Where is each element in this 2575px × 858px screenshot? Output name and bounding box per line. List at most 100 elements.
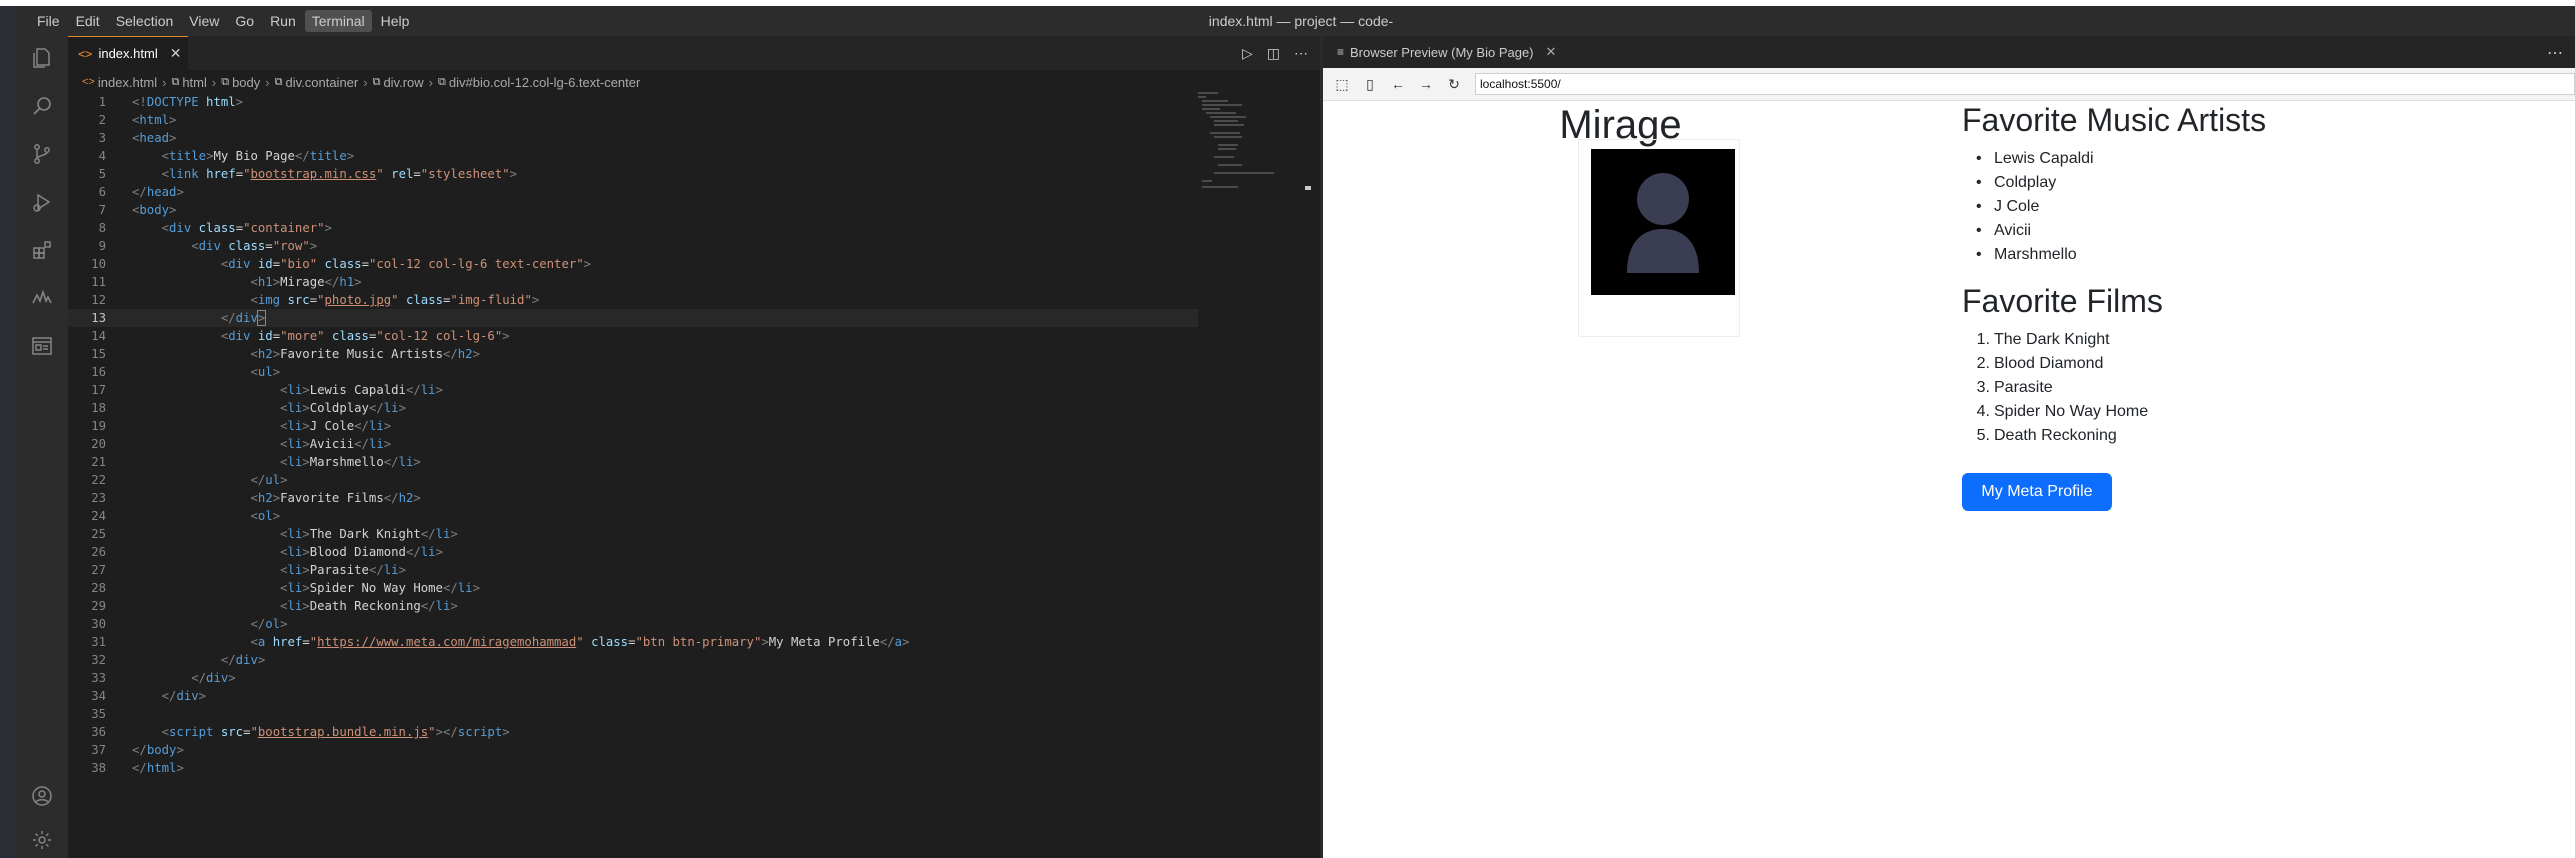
minimap[interactable] [1196,92,1286,212]
code-line: 8 <div class="container"> [98,221,332,235]
editor-pane: <> index.html ✕ ▷ ◫ ⋯ <> index.html › ⧉ … [68,36,1320,858]
forward-arrow-icon[interactable]: → [1415,74,1437,94]
address-bar-row: ⬚ ▯ ← → ↻ localhost:5500/ [1323,68,2575,101]
menu-go[interactable]: Go [228,10,261,32]
breadcrumb: <> index.html › ⧉ html › ⧉ body › ⧉ div.… [82,72,640,92]
run-debug-icon[interactable] [28,188,56,216]
device-toggle-icon[interactable]: ▯ [1359,74,1381,94]
menu-bar: File Edit Selection View Go Run Terminal… [30,6,418,36]
element-icon: ⧉ [221,75,230,88]
menu-terminal[interactable]: Terminal [304,10,372,32]
chevron-right-icon: › [211,74,217,90]
scrollbar-thumb[interactable] [1305,186,1311,190]
code-line: 35 [91,707,106,721]
code-line: 7 <body> [98,203,177,217]
menu-file[interactable]: File [30,10,67,32]
code-line: 29 <li>Death Reckoning</li> [91,599,458,613]
code-line: 14 <div id="more" class="col-12 col-lg-6… [91,329,510,343]
menu-selection[interactable]: Selection [109,10,181,32]
code-line: 36 <script src="bootstrap.bundle.min.js"… [91,725,510,739]
code-line: 37 </body> [91,743,184,757]
code-line: 4 <title>My Bio Page</title> [98,149,355,163]
run-icon[interactable]: ▷ [1242,45,1253,62]
code-line: 6 </head> [98,185,184,199]
code-line: 17 <li>Lewis Capaldi</li> [91,383,443,397]
code-editor[interactable]: 1 <!DOCTYPE html> 2 <html> 3 <head> 4 <titl… [68,93,1198,777]
more-actions-icon[interactable]: ⋯ [1294,45,1308,62]
source-control-icon[interactable] [28,140,56,168]
breadcrumb-item[interactable]: index.html [98,75,157,90]
chevron-right-icon: › [265,74,270,90]
remote-explorer-icon[interactable] [28,284,56,312]
preview-tab-label: Browser Preview (My Bio Page) [1350,44,1534,60]
search-icon[interactable] [28,92,56,120]
code-line: 23 <h2>Favorite Films</h2> [91,491,421,505]
element-icon: ⧉ [171,75,180,88]
tab-index-html[interactable]: <> index.html ✕ [68,36,188,70]
list-item: Marshmello [1976,243,2094,267]
list-item: J Cole [1976,195,2094,219]
code-line: 5 <link href="bootstrap.min.css" rel="st… [98,167,518,181]
code-line: 19 <li>J Cole</li> [91,419,392,433]
split-editor-icon[interactable]: ◫ [1267,45,1280,62]
code-line: 21 <li>Marshmello</li> [91,455,421,469]
code-line: 9 <div class="row"> [98,239,318,253]
activity-bar [16,36,68,858]
url-input[interactable]: localhost:5500/ [1475,73,2575,95]
preview-tab-bar: ≡ Browser Preview (My Bio Page) ✕ ⋯ [1323,36,2575,68]
list-item: 1. The Dark Knight [1976,331,2110,348]
list-item: Lewis Capaldi [1976,147,2094,171]
meta-profile-button[interactable]: My Meta Profile [1962,473,2112,511]
menu-run[interactable]: Run [263,10,303,32]
menu-view[interactable]: View [182,10,226,32]
element-icon: ⧉ [274,75,283,88]
breadcrumb-item[interactable]: body [232,75,260,90]
title-bar: File Edit Selection View Go Run Terminal… [16,6,2575,59]
reload-icon[interactable]: ↻ [1443,74,1465,94]
close-icon[interactable]: ✕ [1546,44,1557,60]
code-line: 27 <li>Parasite</li> [91,563,406,577]
list-item: 2. Blood Diamond [1976,355,2104,372]
extensions-icon[interactable] [28,236,56,264]
element-icon: ⧉ [438,75,446,88]
list-item: 3. Parasite [1976,379,2053,396]
breadcrumb-item[interactable]: div.container [285,75,358,90]
code-line: 25 <li>The Dark Knight</li> [91,527,458,541]
breadcrumb-item[interactable]: html [182,75,207,90]
code-line: 28 <li>Spider No Way Home</li> [91,581,480,595]
back-arrow-icon[interactable]: ← [1387,74,1409,94]
profile-photo [1591,149,1735,295]
tab-label: index.html [98,46,158,61]
code-line: 16 <ul> [91,365,281,379]
code-line: 33 </div> [91,671,236,685]
list-item: 5. Death Reckoning [1976,427,2117,444]
code-line: 24 <ol> [91,509,281,523]
code-line: 26 <li>Blood Diamond</li> [91,545,443,559]
close-icon[interactable]: ✕ [170,45,182,62]
code-line: 22 </ul> [91,473,288,487]
browser-preview-icon[interactable] [28,332,56,360]
code-line: 34 </div> [91,689,207,703]
menu-edit[interactable]: Edit [69,10,107,32]
preview-icon: ≡ [1337,45,1345,59]
code-line: 32 </div> [91,653,266,667]
preview-page: Mirage Favorite Music Artists Lewis Capa… [1323,101,2575,858]
music-heading: Favorite Music Artists [1962,102,2267,138]
account-icon[interactable] [28,782,56,810]
artists-list: Lewis Capaldi Coldplay J Cole Avicii Mar… [1976,147,2094,267]
settings-gear-icon[interactable] [28,826,56,854]
code-line: 20 <li>Avicii</li> [91,437,392,451]
inspect-icon[interactable]: ⬚ [1331,74,1353,94]
code-line: 1 <!DOCTYPE html> [98,95,244,109]
code-line: 30 </ol> [91,617,288,631]
breadcrumb-item[interactable]: div#bio.col-12.col-lg-6.text-center [449,75,640,90]
breadcrumb-item[interactable]: div.row [383,75,423,90]
browser-preview-pane: ≡ Browser Preview (My Bio Page) ✕ ⋯ ⬚ ▯ … [1323,36,2575,858]
more-actions-icon[interactable]: ⋯ [2547,43,2563,63]
explorer-icon[interactable] [28,44,56,72]
outer-sidebar [0,6,16,858]
tab-browser-preview[interactable]: ≡ Browser Preview (My Bio Page) ✕ [1323,36,1556,68]
films-list: 1. The Dark Knight 2. Blood Diamond 3. Para… [1976,328,2148,448]
code-line-current: 13 </div> [68,309,1198,327]
menu-help[interactable]: Help [374,10,417,32]
